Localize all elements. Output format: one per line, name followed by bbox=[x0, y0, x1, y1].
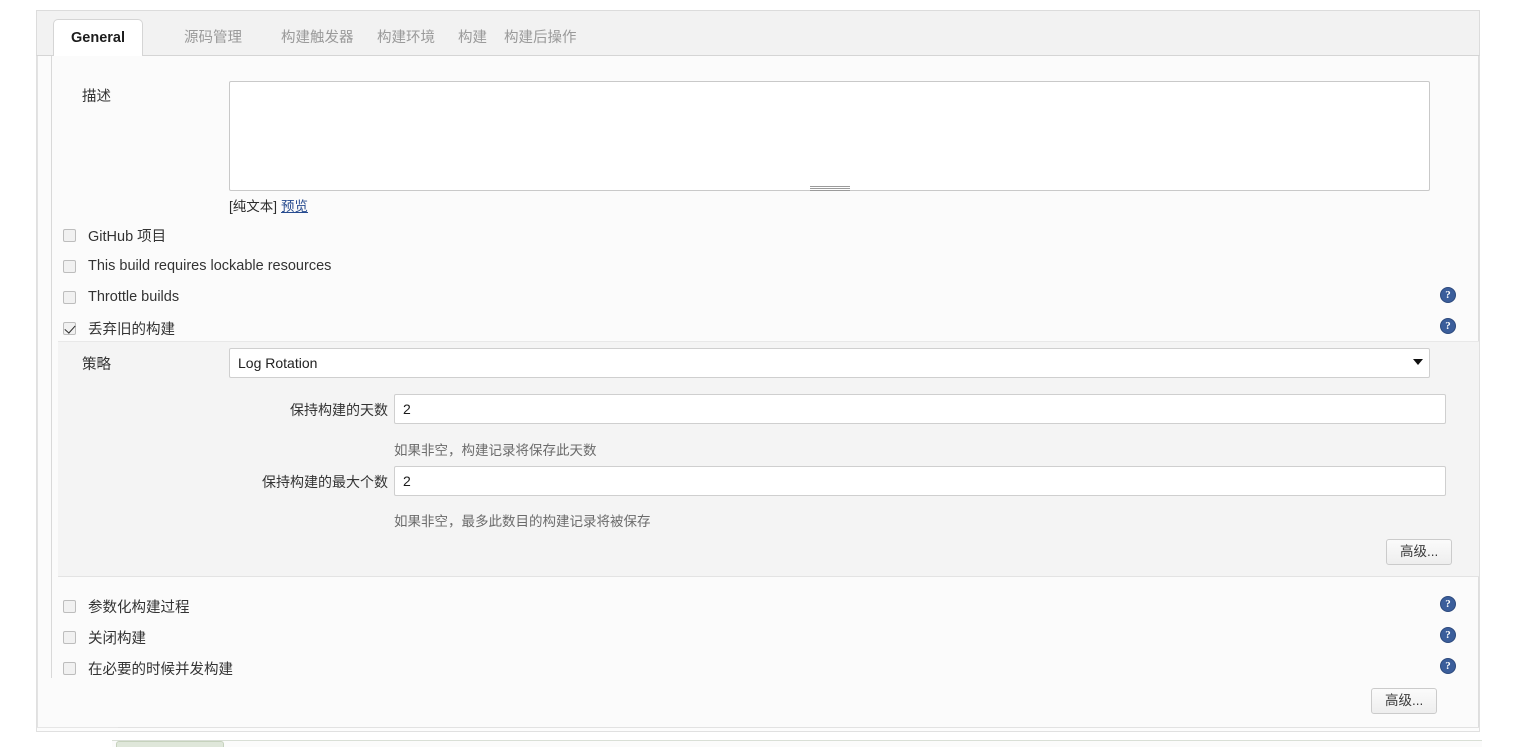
checkbox-row-concurrent-build[interactable]: 在必要的时候并发构建 bbox=[63, 657, 233, 679]
plain-text-note: [纯文本] bbox=[229, 199, 278, 214]
concurrent-build-label[interactable]: 在必要的时候并发构建 bbox=[88, 658, 233, 679]
checkbox-row-throttle-builds[interactable]: Throttle builds bbox=[63, 286, 179, 308]
checkbox-row-parameterized-build[interactable]: 参数化构建过程 bbox=[63, 595, 190, 617]
description-textarea[interactable] bbox=[229, 81, 1430, 191]
preview-link[interactable]: 预览 bbox=[281, 199, 308, 214]
help-icon-discard-old-builds[interactable] bbox=[1440, 318, 1456, 334]
disable-build-checkbox[interactable] bbox=[63, 630, 76, 644]
github-project-label[interactable]: GitHub 项目 bbox=[88, 225, 166, 246]
tab-post-build-actions[interactable]: 构建后操作 bbox=[487, 20, 594, 57]
description-links: [纯文本] 预览 bbox=[229, 195, 308, 215]
footer-bar bbox=[112, 740, 1482, 747]
tab-source-management[interactable]: 源码管理 bbox=[167, 20, 259, 57]
tab-general[interactable]: General bbox=[53, 19, 143, 57]
concurrent-build-checkbox[interactable] bbox=[63, 661, 76, 675]
description-label: 描述 bbox=[82, 89, 111, 105]
disable-build-label[interactable]: 关闭构建 bbox=[88, 627, 146, 648]
checkbox-row-disable-build[interactable]: 关闭构建 bbox=[63, 626, 146, 648]
days-to-keep-hint: 如果非空，构建记录将保存此天数 bbox=[394, 443, 597, 458]
days-to-keep-label: 保持构建的天数 bbox=[290, 402, 388, 418]
max-builds-to-keep-label: 保持构建的最大个数 bbox=[262, 474, 388, 490]
parameterized-build-checkbox[interactable] bbox=[63, 599, 76, 613]
general-advanced-button[interactable]: 高级... bbox=[1371, 688, 1438, 714]
nesting-guide-main bbox=[51, 222, 52, 678]
tab-build-triggers[interactable]: 构建触发器 bbox=[264, 20, 371, 57]
max-builds-to-keep-hint: 如果非空，最多此数目的构建记录将被保存 bbox=[394, 514, 651, 529]
help-icon-concurrent-build[interactable] bbox=[1440, 658, 1456, 674]
nesting-guide-top bbox=[51, 56, 52, 222]
save-button-sliver[interactable] bbox=[116, 741, 224, 747]
throttle-builds-label[interactable]: Throttle builds bbox=[88, 289, 179, 305]
throttle-builds-checkbox[interactable] bbox=[63, 290, 76, 304]
checkbox-row-lockable-resources[interactable]: This build requires lockable resources bbox=[63, 255, 331, 277]
checkbox-row-discard-old-builds[interactable]: 丢弃旧的构建 bbox=[63, 317, 175, 339]
max-builds-to-keep-input[interactable] bbox=[394, 466, 1446, 496]
footer-divider bbox=[118, 727, 1480, 728]
lockable-resources-label[interactable]: This build requires lockable resources bbox=[88, 258, 331, 274]
days-to-keep-input[interactable] bbox=[394, 394, 1446, 424]
github-project-checkbox[interactable] bbox=[63, 228, 76, 242]
strategy-label: 策略 bbox=[82, 357, 111, 373]
help-icon-parameterized-build[interactable] bbox=[1440, 596, 1456, 612]
help-icon-throttle-builds[interactable] bbox=[1440, 287, 1456, 303]
log-rotation-advanced-button[interactable]: 高级... bbox=[1386, 539, 1453, 565]
strategy-select[interactable]: Log Rotation bbox=[229, 348, 1430, 378]
discard-old-builds-label[interactable]: 丢弃旧的构建 bbox=[88, 318, 175, 339]
discard-old-builds-checkbox[interactable] bbox=[63, 321, 76, 335]
lockable-resources-checkbox[interactable] bbox=[63, 259, 76, 273]
config-tab-bar: General 源码管理 构建触发器 构建环境 构建 构建后操作 bbox=[36, 10, 1480, 57]
parameterized-build-label[interactable]: 参数化构建过程 bbox=[88, 596, 190, 617]
help-icon-disable-build[interactable] bbox=[1440, 627, 1456, 643]
checkbox-row-github-project[interactable]: GitHub 项目 bbox=[63, 224, 166, 246]
tab-build-environment[interactable]: 构建环境 bbox=[360, 20, 452, 57]
